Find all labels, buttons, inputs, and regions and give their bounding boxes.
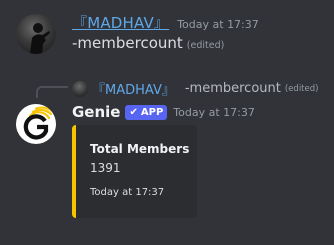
bot-message-timestamp[interactable]: Today at 17:37 (173, 106, 255, 119)
message-header: 『MADHAV』 Today at 17:37 (72, 12, 259, 32)
message-text: -membercount (72, 34, 183, 52)
reply-edited-label: (edited) (284, 83, 319, 94)
bot-author-name[interactable]: Genie (72, 103, 120, 121)
user-avatar[interactable] (16, 14, 56, 54)
edited-label: (edited) (186, 40, 225, 51)
embed-title: Total Members (90, 142, 190, 156)
message-timestamp[interactable]: Today at 17:37 (177, 18, 259, 31)
genie-logo-icon (23, 106, 53, 140)
reply-spine (36, 86, 68, 98)
reply-author-name[interactable]: 『MADHAV』 (92, 79, 175, 98)
embed-value: 1391 (90, 161, 121, 175)
bot-message-header: Genie ✔ APP Today at 17:37 (72, 102, 255, 122)
silhouette-image (30, 23, 50, 54)
chat-view: 『MADHAV』 Today at 17:37 -membercount (ed… (0, 0, 334, 245)
app-badge-label: APP (140, 106, 164, 118)
embed-footer: Today at 17:37 (90, 187, 165, 198)
message-content: -membercount (edited) (72, 34, 224, 52)
embed-card: Total Members 1391 Today at 17:37 (72, 125, 197, 218)
reply-reference[interactable]: 『MADHAV』 -membercount (edited) (72, 79, 318, 98)
app-badge: ✔ APP (125, 104, 168, 120)
author-name[interactable]: 『MADHAV』 (72, 12, 169, 33)
reply-text[interactable]: -membercount (185, 81, 281, 96)
checkmark-icon: ✔ (129, 106, 138, 118)
bot-avatar[interactable] (16, 104, 56, 144)
reply-avatar[interactable] (72, 80, 88, 97)
